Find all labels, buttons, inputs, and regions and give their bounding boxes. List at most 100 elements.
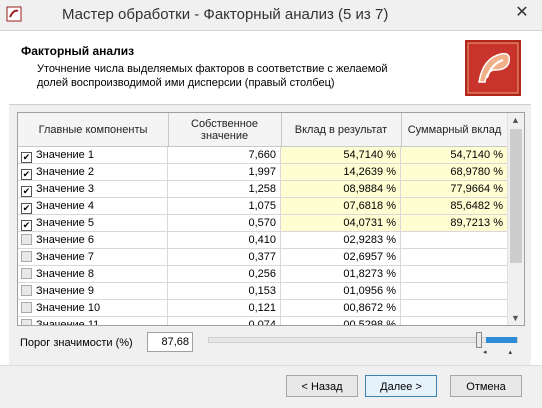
row-name-cell[interactable]: Значение 3 (18, 181, 168, 197)
next-button[interactable]: Далее > (365, 375, 437, 397)
table-row[interactable]: Значение 11 0,074 00,5298 % (18, 317, 508, 326)
row-label: Значение 3 (36, 183, 94, 195)
cumulative-cell (401, 249, 508, 265)
variance-cell: 02,6957 % (281, 249, 401, 265)
eigenvalue-cell: 1,258 (168, 181, 281, 197)
cumulative-cell: 85,6482 % (401, 198, 508, 214)
checkbox-unchecked[interactable] (21, 285, 32, 296)
eigenvalue-cell: 0,570 (168, 215, 281, 231)
threshold-slider[interactable]: ◂▴ (208, 332, 518, 356)
logo-icon (465, 40, 521, 96)
table-row[interactable]: Значение 8 0,256 01,8273 % (18, 266, 508, 283)
row-label: Значение 10 (36, 302, 101, 314)
variance-cell: 08,9884 % (281, 181, 401, 197)
cumulative-cell: 89,7213 % (401, 215, 508, 231)
row-name-cell[interactable]: Значение 7 (18, 249, 168, 265)
checkbox-checked[interactable] (21, 203, 32, 214)
row-name-cell[interactable]: Значение 11 (18, 317, 168, 326)
eigenvalue-cell: 0,074 (168, 317, 281, 325)
row-name-cell[interactable]: Значение 5 (18, 215, 168, 231)
variance-cell: 01,0956 % (281, 283, 401, 299)
scroll-thumb[interactable] (510, 129, 522, 263)
checkbox-checked[interactable] (21, 186, 32, 197)
row-name-cell[interactable]: Значение 1 (18, 147, 168, 163)
variance-cell: 00,5298 % (281, 317, 401, 325)
cumulative-cell: 77,9664 % (401, 181, 508, 197)
cumulative-cell (401, 266, 508, 282)
table-row[interactable]: Значение 10 0,121 00,8672 % (18, 300, 508, 317)
slider-fill (486, 337, 517, 343)
checkbox-checked[interactable] (21, 169, 32, 180)
col-header-cumulative[interactable]: Суммарный вклад (401, 113, 509, 146)
row-name-cell[interactable]: Значение 9 (18, 283, 168, 299)
checkbox-unchecked[interactable] (21, 234, 32, 245)
close-icon[interactable]: ✕ (508, 2, 536, 24)
title-bar: Мастер обработки - Факторный анализ (5 и… (0, 0, 542, 31)
threshold-label: Порог значимости (%) (20, 337, 133, 349)
table-row[interactable]: Значение 2 1,99714,2639 %68,9780 % (18, 164, 508, 181)
cumulative-cell: 54,7140 % (401, 147, 508, 163)
row-name-cell[interactable]: Значение 8 (18, 266, 168, 282)
col-header-variance[interactable]: Вклад в результат (281, 113, 402, 146)
table-header: Главные компоненты Собственное значение … (18, 113, 509, 147)
checkbox-unchecked[interactable] (21, 302, 32, 313)
back-button[interactable]: < Назад (286, 375, 358, 397)
row-label: Значение 11 (36, 319, 100, 326)
table-row[interactable]: Значение 3 1,25808,9884 %77,9664 % (18, 181, 508, 198)
eigenvalue-cell: 0,153 (168, 283, 281, 299)
variance-cell: 01,8273 % (281, 266, 401, 282)
col-header-components[interactable]: Главные компоненты (18, 113, 169, 146)
eigenvalue-cell: 1,075 (168, 198, 281, 214)
eigenvalue-cell: 0,256 (168, 266, 281, 282)
checkbox-checked[interactable] (21, 152, 32, 163)
row-label: Значение 5 (36, 217, 94, 229)
row-name-cell[interactable]: Значение 6 (18, 232, 168, 248)
eigenvalue-cell: 0,410 (168, 232, 281, 248)
row-label: Значение 6 (36, 234, 94, 246)
cumulative-cell (401, 317, 508, 325)
table-row[interactable]: Значение 9 0,153 01,0956 % (18, 283, 508, 300)
vertical-scrollbar[interactable]: ▲ ▼ (507, 113, 524, 325)
row-name-cell[interactable]: Значение 10 (18, 300, 168, 316)
col-header-eigenvalue[interactable]: Собственное значение (168, 113, 282, 146)
checkbox-checked[interactable] (21, 220, 32, 231)
app-icon (6, 6, 22, 22)
checkbox-unchecked[interactable] (21, 319, 32, 325)
row-label: Значение 1 (36, 149, 94, 161)
variance-cell: 04,0731 % (281, 215, 401, 231)
row-name-cell[interactable]: Значение 2 (18, 164, 168, 180)
eigenvalue-cell: 1,997 (168, 164, 281, 180)
window-title: Мастер обработки - Факторный анализ (5 и… (62, 6, 389, 23)
slider-thumb[interactable] (476, 332, 482, 348)
slider-ticks: ◂▴ (483, 349, 535, 356)
cancel-button[interactable]: Отмена (450, 375, 522, 397)
components-table[interactable]: Главные компоненты Собственное значение … (17, 112, 525, 326)
cumulative-cell: 68,9780 % (401, 164, 508, 180)
table-row[interactable]: Значение 4 1,07507,6818 %85,6482 % (18, 198, 508, 215)
header-title: Факторный анализ (21, 44, 135, 58)
table-row[interactable]: Значение 17,66054,7140 %54,7140 % (18, 147, 508, 164)
row-label: Значение 8 (36, 268, 94, 280)
checkbox-unchecked[interactable] (21, 251, 32, 262)
scroll-down-icon[interactable]: ▼ (511, 313, 520, 323)
cumulative-cell (401, 232, 508, 248)
table-row[interactable]: Значение 5 0,57004,0731 %89,7213 % (18, 215, 508, 232)
variance-cell: 54,7140 % (281, 147, 401, 163)
eigenvalue-cell: 7,660 (168, 147, 281, 163)
table-row[interactable]: Значение 6 0,410 02,9283 % (18, 232, 508, 249)
table-row[interactable]: Значение 7 0,377 02,6957 % (18, 249, 508, 266)
variance-cell: 14,2639 % (281, 164, 401, 180)
scroll-up-icon[interactable]: ▲ (511, 115, 520, 125)
variance-cell: 07,6818 % (281, 198, 401, 214)
cumulative-cell (401, 283, 508, 299)
checkbox-unchecked[interactable] (21, 268, 32, 279)
row-name-cell[interactable]: Значение 4 (18, 198, 168, 214)
cumulative-cell (401, 300, 508, 316)
row-label: Значение 4 (36, 200, 94, 212)
row-label: Значение 9 (36, 285, 94, 297)
variance-cell: 00,8672 % (281, 300, 401, 316)
slider-track[interactable] (208, 337, 518, 343)
row-label: Значение 7 (36, 251, 94, 263)
threshold-input[interactable]: 87,68 (147, 332, 193, 352)
eigenvalue-cell: 0,377 (168, 249, 281, 265)
